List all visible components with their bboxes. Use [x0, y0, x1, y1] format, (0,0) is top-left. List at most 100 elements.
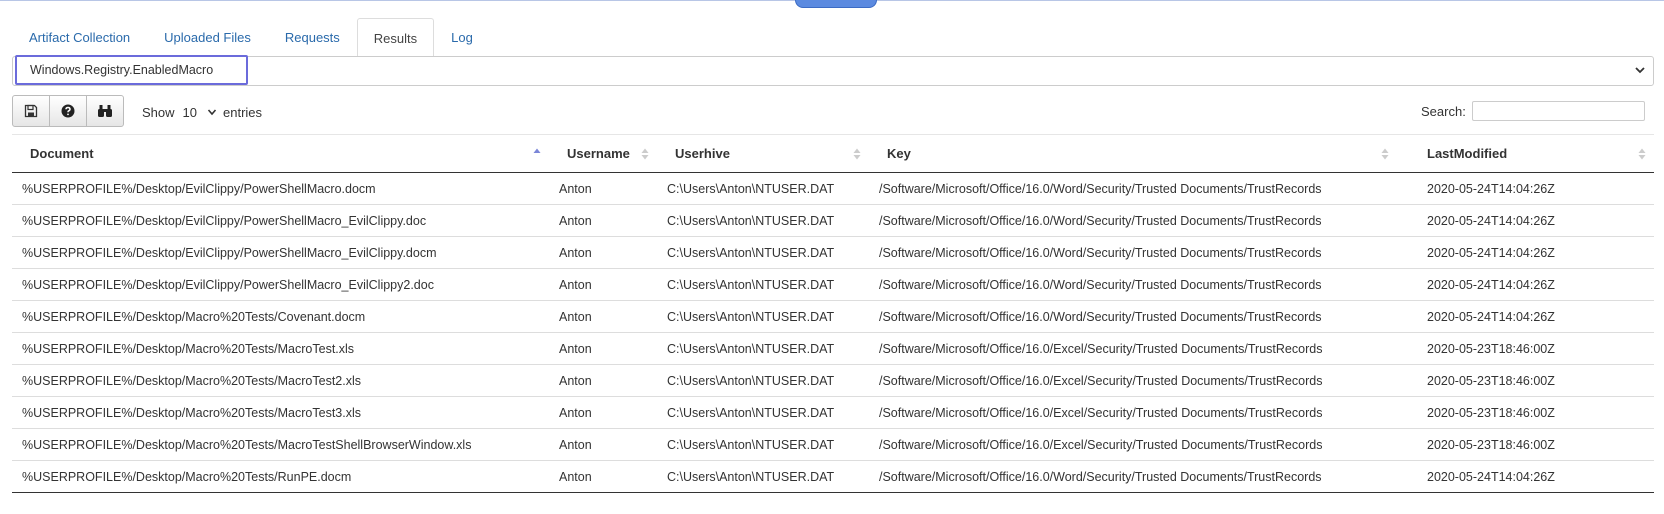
- cell-userhive: C:\Users\Anton\NTUSER.DAT: [657, 428, 869, 461]
- tab-results[interactable]: Results: [356, 18, 435, 57]
- cell-document: %USERPROFILE%/Desktop/Macro%20Tests/Cove…: [12, 300, 549, 333]
- cell-key: /Software/Microsoft/Office/16.0/Word/Sec…: [869, 236, 1397, 269]
- cell-lastmodified: 2020-05-24T14:04:26Z: [1427, 181, 1555, 196]
- entries-label: entries: [223, 104, 263, 120]
- cell-username: Anton: [549, 364, 657, 397]
- table-row[interactable]: %USERPROFILE%/Desktop/Macro%20Tests/Macr…: [12, 428, 1654, 461]
- table-row[interactable]: %USERPROFILE%/Desktop/EvilClippy/PowerSh…: [12, 173, 1654, 205]
- cell-userhive: C:\Users\Anton\NTUSER.DAT: [657, 300, 869, 333]
- column-header-userhive[interactable]: Userhive: [657, 134, 869, 173]
- cell-document: %USERPROFILE%/Desktop/Macro%20Tests/Macr…: [12, 364, 549, 397]
- tab-uploaded-files[interactable]: Uploaded Files: [147, 17, 268, 56]
- cell-key: /Software/Microsoft/Office/16.0/Word/Sec…: [869, 460, 1397, 493]
- page-length-select[interactable]: 10: [183, 105, 217, 120]
- table-row[interactable]: %USERPROFILE%/Desktop/Macro%20Tests/Macr…: [12, 332, 1654, 365]
- table-row[interactable]: %USERPROFILE%/Desktop/EvilClippy/PowerSh…: [12, 236, 1654, 269]
- cell-lastmodified: 2020-05-23T18:46:00Z: [1397, 364, 1654, 397]
- save-icon: [24, 104, 38, 118]
- cell-document: %USERPROFILE%/Desktop/Macro%20Tests/RunP…: [12, 460, 549, 493]
- table-row[interactable]: %USERPROFILE%/Desktop/Macro%20Tests/RunP…: [12, 460, 1654, 493]
- cell-userhive: C:\Users\Anton\NTUSER.DAT: [657, 236, 869, 269]
- table-row[interactable]: %USERPROFILE%/Desktop/Macro%20Tests/Macr…: [12, 396, 1654, 429]
- cell-key: /Software/Microsoft/Office/16.0/Word/Sec…: [879, 181, 1322, 196]
- cell-document: %USERPROFILE%/Desktop/Macro%20Tests/Macr…: [12, 332, 549, 365]
- panel-drag-handle[interactable]: [795, 0, 877, 8]
- cell-lastmodified: 2020-05-23T18:46:00Z: [1397, 332, 1654, 365]
- search-input[interactable]: [1471, 101, 1645, 121]
- cell-userhive: C:\Users\Anton\NTUSER.DAT: [657, 268, 869, 301]
- column-header-label: Userhive: [675, 146, 730, 161]
- sort-icon: [641, 148, 649, 160]
- column-header-label: Username: [567, 146, 630, 161]
- table-body: %USERPROFILE%/Desktop/EvilClippy/PowerSh…: [12, 173, 1654, 493]
- cell-username: Anton: [549, 300, 657, 333]
- table-row[interactable]: %USERPROFILE%/Desktop/EvilClippy/PowerSh…: [12, 268, 1654, 301]
- sort-ascending-icon: [533, 148, 541, 153]
- column-header-key[interactable]: Key: [869, 134, 1397, 173]
- cell-key: /Software/Microsoft/Office/16.0/Excel/Se…: [869, 364, 1397, 397]
- cell-key: /Software/Microsoft/Office/16.0/Word/Sec…: [869, 300, 1397, 333]
- cell-username: Anton: [549, 268, 657, 301]
- cell-lastmodified: 2020-05-24T14:04:26Z: [1397, 204, 1654, 237]
- cell-key: /Software/Microsoft/Office/16.0/Excel/Se…: [869, 396, 1397, 429]
- column-header-label: Key: [887, 146, 911, 161]
- tab-log[interactable]: Log: [434, 17, 490, 56]
- cell-document: %USERPROFILE%/Desktop/EvilClippy/PowerSh…: [12, 236, 549, 269]
- help-icon: [61, 104, 75, 118]
- page-length-value: 10: [182, 104, 197, 120]
- cell-key: /Software/Microsoft/Office/16.0/Excel/Se…: [869, 428, 1397, 461]
- cell-userhive: C:\Users\Anton\NTUSER.DAT: [657, 204, 869, 237]
- search-label: Search:: [1421, 103, 1466, 119]
- cell-username: Anton: [549, 428, 657, 461]
- cell-username: Anton: [549, 460, 657, 493]
- cell-lastmodified: 2020-05-24T14:04:26Z: [1397, 300, 1654, 333]
- tab-requests[interactable]: Requests: [268, 17, 357, 56]
- table-toolbar: [12, 95, 124, 127]
- cell-document: %USERPROFILE%/Desktop/EvilClippy/PowerSh…: [12, 204, 549, 237]
- cell-userhive: C:\Users\Anton\NTUSER.DAT: [657, 364, 869, 397]
- results-table: Document Username Userhive Key LastModif…: [12, 134, 1654, 493]
- cell-lastmodified: 2020-05-24T14:04:26Z: [1397, 460, 1654, 493]
- cell-key: /Software/Microsoft/Office/16.0/Word/Sec…: [869, 268, 1397, 301]
- table-row[interactable]: %USERPROFILE%/Desktop/EvilClippy/PowerSh…: [12, 204, 1654, 237]
- table-row[interactable]: %USERPROFILE%/Desktop/Macro%20Tests/Cove…: [12, 300, 1654, 333]
- results-tabs: Artifact Collection Uploaded Files Reque…: [12, 17, 1654, 57]
- cell-document: %USERPROFILE%/Desktop/Macro%20Tests/Macr…: [12, 396, 549, 429]
- cell-username: Anton: [559, 181, 592, 196]
- column-header-document[interactable]: Document: [12, 134, 549, 173]
- cell-lastmodified: 2020-05-23T18:46:00Z: [1397, 428, 1654, 461]
- cell-key: /Software/Microsoft/Office/16.0/Excel/Se…: [869, 332, 1397, 365]
- cell-key: /Software/Microsoft/Office/16.0/Word/Sec…: [869, 204, 1397, 237]
- artifact-select[interactable]: Windows.Registry.EnabledMacro: [12, 55, 1654, 86]
- column-header-lastmodified[interactable]: LastModified: [1397, 134, 1654, 173]
- column-selector-button[interactable]: [86, 95, 124, 127]
- column-header-username[interactable]: Username: [549, 134, 657, 173]
- cell-lastmodified: 2020-05-24T14:04:26Z: [1397, 268, 1654, 301]
- chevron-down-icon: [1635, 67, 1645, 74]
- cell-username: Anton: [549, 204, 657, 237]
- chevron-down-icon: [207, 109, 217, 116]
- cell-userhive: C:\Users\Anton\NTUSER.DAT: [667, 181, 835, 196]
- column-header-label: Document: [30, 146, 94, 161]
- cell-userhive: C:\Users\Anton\NTUSER.DAT: [657, 396, 869, 429]
- sort-icon: [1381, 148, 1389, 160]
- cell-username: Anton: [549, 236, 657, 269]
- save-button[interactable]: [12, 95, 50, 127]
- page-length-control: Show 10 entries: [142, 102, 262, 122]
- table-search: Search:: [1421, 101, 1645, 121]
- cell-username: Anton: [549, 332, 657, 365]
- cell-userhive: C:\Users\Anton\NTUSER.DAT: [657, 460, 869, 493]
- cell-userhive: C:\Users\Anton\NTUSER.DAT: [657, 332, 869, 365]
- tab-artifact-collection[interactable]: Artifact Collection: [12, 17, 147, 56]
- table-header-row: Document Username Userhive Key LastModif…: [12, 134, 1654, 173]
- cell-document: %USERPROFILE%/Desktop/Macro%20Tests/Macr…: [12, 428, 549, 461]
- table-row[interactable]: %USERPROFILE%/Desktop/Macro%20Tests/Macr…: [12, 364, 1654, 397]
- artifact-select-value: Windows.Registry.EnabledMacro: [15, 55, 248, 85]
- cell-document: %USERPROFILE%/Desktop/EvilClippy/PowerSh…: [12, 268, 549, 301]
- help-button[interactable]: [49, 95, 87, 127]
- column-header-label: LastModified: [1427, 146, 1508, 161]
- cell-lastmodified: 2020-05-23T18:46:00Z: [1397, 396, 1654, 429]
- sort-icon: [1638, 148, 1646, 160]
- binoculars-icon: [98, 105, 112, 117]
- show-label: Show: [142, 104, 175, 120]
